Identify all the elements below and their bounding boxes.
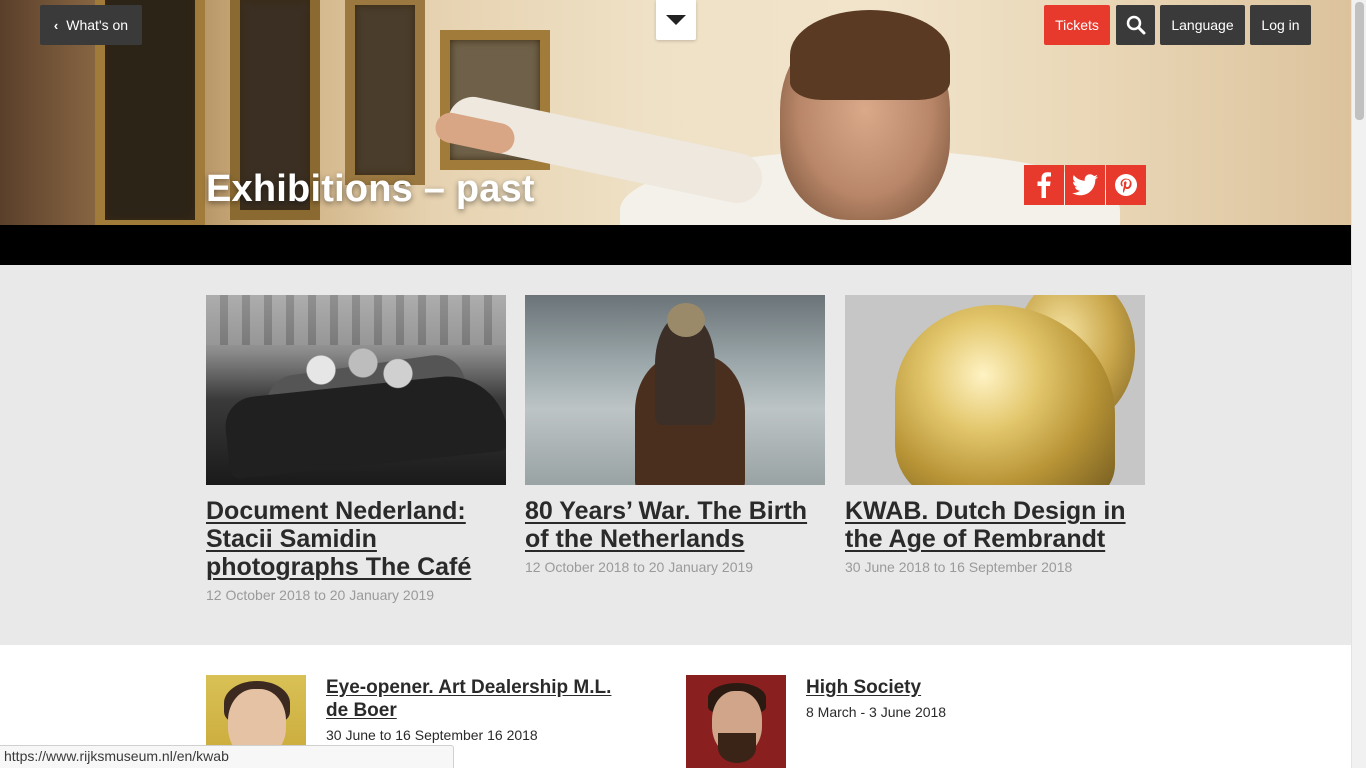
share-pinterest-button[interactable] [1106,165,1146,205]
exhibition-image[interactable] [525,295,825,485]
exhibition-card: Document Nederland: Stacii Samidin photo… [206,295,506,603]
exhibition-title-link[interactable]: 80 Years’ War. The Birth of the Netherla… [525,497,825,553]
pinterest-icon [1115,174,1137,196]
status-bar-url: https://www.rijksmuseum.nl/en/kwab [0,745,454,768]
search-icon [1126,15,1145,35]
exhibition-title-link[interactable]: Document Nederland: Stacii Samidin photo… [206,497,506,581]
hero-bottom-strip [0,225,1351,265]
list-item-date: 30 June to 16 September 16 2018 [326,727,538,743]
menu-dropdown-toggle[interactable] [656,0,696,40]
exhibition-image[interactable] [845,295,1145,485]
exhibition-date: 12 October 2018 to 20 January 2019 [206,587,435,603]
exhibition-date: 30 June 2018 to 16 September 2018 [845,559,1073,575]
language-button[interactable]: Language [1160,5,1245,45]
search-button[interactable] [1116,5,1155,45]
exhibition-card: 80 Years’ War. The Birth of the Netherla… [525,295,825,575]
login-button[interactable]: Log in [1250,5,1311,45]
caret-down-icon [666,15,686,25]
list-item-title-link[interactable]: High Society [806,676,921,699]
image-detail [286,335,426,405]
list-item-date: 8 March - 3 June 2018 [806,704,947,720]
exhibition-thumbnail[interactable] [686,675,786,768]
image-detail [667,303,705,337]
chevron-left-icon: ‹ [53,17,59,33]
share-twitter-button[interactable] [1065,165,1105,205]
tickets-button[interactable]: Tickets [1044,5,1110,45]
featured-exhibitions: Document Nederland: Stacii Samidin photo… [0,265,1351,645]
hero-person-hair [790,10,950,100]
list-item-title-link[interactable]: Eye-opener. Art Dealership M.L. de Boer [326,676,616,722]
exhibition-image[interactable] [206,295,506,485]
twitter-icon [1072,174,1098,196]
facebook-icon [1037,172,1051,198]
hero-painting-frame [345,0,425,185]
page-title: Exhibitions – past [206,168,535,210]
whats-on-back-button[interactable]: ‹ What's on [40,5,142,45]
page-scrollbar[interactable] [1351,0,1366,768]
whats-on-label: What's on [66,17,129,33]
image-detail [718,733,756,763]
scrollbar-thumb[interactable] [1355,2,1364,120]
exhibition-card: KWAB. Dutch Design in the Age of Rembran… [845,295,1145,575]
exhibition-date: 12 October 2018 to 20 January 2019 [525,559,754,575]
exhibition-title-link[interactable]: KWAB. Dutch Design in the Age of Rembran… [845,497,1145,553]
share-facebook-button[interactable] [1024,165,1064,205]
